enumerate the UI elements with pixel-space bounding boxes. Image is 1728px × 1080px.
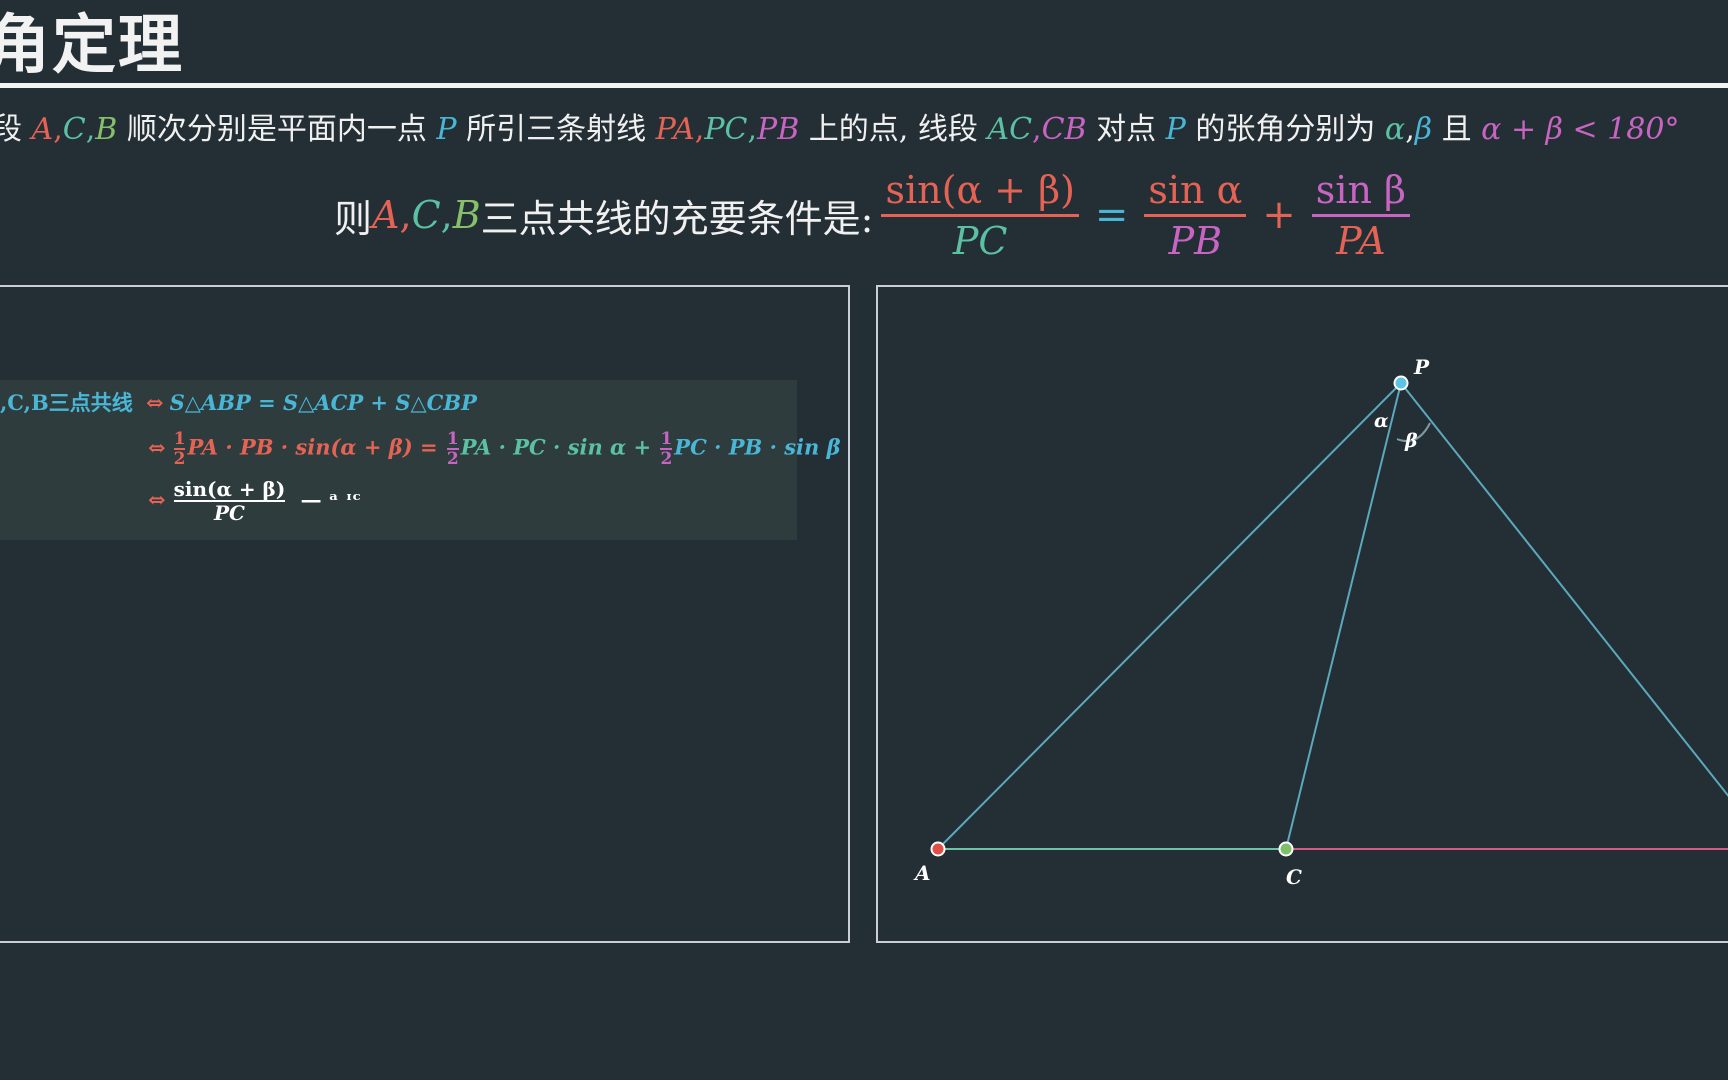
fraction-sin-alpha-over-pb: sin α PB — [1144, 166, 1247, 265]
label-c: C — [1286, 865, 1302, 889]
fraction-one-half: 12 — [446, 429, 459, 469]
proof-line-1: ,C,B三点共线 ⇔ S△ABP = S△ACP + S△CBP — [0, 388, 477, 418]
segment-pc — [1285, 382, 1402, 850]
point-c: C — [62, 112, 86, 147]
ray-pa: PA — [655, 112, 695, 147]
page-title: 角定理 — [0, 9, 184, 83]
label-a: A — [913, 861, 931, 885]
fraction-denominator: PA — [1336, 218, 1386, 263]
iff-symbol: ⇔ — [146, 390, 164, 415]
fraction-one-half: 12 — [173, 429, 186, 469]
comma: , — [694, 112, 705, 147]
conclusion-prefix: 则 — [334, 196, 373, 241]
label-beta: β — [1404, 430, 1418, 452]
proof-box: ,C,B三点共线 ⇔ S△ABP = S△ACP + S△CBP ⇔ 1 2 PA · … — [0, 380, 841, 540]
point-a: A — [31, 112, 54, 147]
comma: , — [747, 112, 758, 147]
equals-sign: = — [1094, 192, 1129, 238]
premise-text-3: 所引三条射线 — [456, 112, 656, 147]
area-acp-term: PA · PC · sin α + — [460, 434, 652, 460]
proof-line-3: ⇔ sin(α + β) PC — ᵃ ᶦᶜ — [148, 478, 361, 524]
ray-pb: PB — [757, 112, 800, 147]
fraction-one-half: 12 — [660, 429, 673, 469]
fraction-denominator: 2 — [173, 449, 186, 469]
premise-text-5: 对点 — [1086, 112, 1166, 147]
fraction-denominator: 2 — [660, 449, 673, 469]
fraction-denominator: PC — [952, 218, 1008, 263]
fraction-denominator: PB — [1168, 218, 1223, 263]
fraction-denominator: PC — [213, 501, 245, 525]
label-alpha: α — [1374, 410, 1389, 432]
comma: , — [85, 112, 96, 147]
comma: , — [1032, 112, 1042, 147]
point-c: C — [411, 193, 441, 237]
fraction-sin-sum-over-pc: sin(α + β) PC — [881, 166, 1079, 265]
fraction-sin-beta-over-pa: sin β PA — [1311, 166, 1410, 265]
comma: , — [1405, 112, 1415, 147]
label-p: P — [1413, 355, 1430, 379]
premise-text-1: 段 — [0, 112, 22, 147]
premise-text-7: 且 — [1432, 112, 1482, 147]
title-underline — [0, 83, 1728, 88]
partial-term: — ᵃ ᶦᶜ — [300, 486, 362, 512]
point-p-dot — [1393, 375, 1409, 391]
point-p: P — [436, 112, 457, 147]
area-abp-term: PA · PB · sin(α + β) = — [187, 434, 438, 460]
segment-cb: CB — [1041, 112, 1087, 147]
premise-text-6: 的张角分别为 — [1185, 112, 1385, 147]
point-p: P — [1165, 112, 1186, 147]
fraction-numerator: 1 — [446, 429, 459, 449]
area-equation: S△ABP = S△ACP + S△CBP — [169, 390, 477, 415]
point-c-dot — [1278, 841, 1294, 857]
premise-text-4: 上的点, 线段 — [799, 112, 988, 147]
angle-beta: β — [1414, 112, 1433, 147]
area-cbp-term: PC · PB · sin β — [674, 434, 841, 460]
angle-alpha: α — [1384, 112, 1406, 147]
fraction-sin-sum-over-pc: sin(α + β) PC — [173, 477, 286, 525]
premise-text-2: 顺次分别是平面内一点 — [117, 112, 437, 147]
segment-pb — [1400, 382, 1728, 798]
proof-line-2: ⇔ 1 2 PA · PB · sin(α + β) = 1 2 PA · PC · si… — [148, 430, 841, 468]
iff-symbol: ⇔ — [148, 486, 166, 512]
triangle-diagram: P A C α β — [913, 355, 1728, 889]
premise-statement: 段 A,C,B 顺次分别是平面内一点 P 所引三条射线 PA,PC,PB 上的点… — [0, 108, 1679, 152]
iff-symbol: ⇔ — [148, 434, 166, 460]
conclusion-text: 三点共线的充要条件是: — [480, 196, 874, 241]
comma: , — [440, 193, 453, 237]
point-a: A — [372, 193, 400, 237]
ray-pc: PC — [704, 112, 748, 147]
plus-sign: + — [1262, 192, 1296, 238]
diagram-panel: P A C α β — [876, 285, 1728, 943]
comma: , — [399, 193, 412, 237]
fraction-numerator: 1 — [173, 429, 186, 449]
fraction-numerator: sin β — [1315, 167, 1406, 212]
conclusion-statement: 则 A,C,B 三点共线的充要条件是: sin(α + β) PC = sin … — [334, 165, 1418, 265]
fraction-numerator: sin(α + β) — [173, 477, 286, 501]
proof-premise: ,C,B三点共线 — [0, 390, 133, 415]
segment-ac: AC — [987, 112, 1033, 147]
fraction-numerator: sin α — [1148, 167, 1243, 212]
fraction-denominator: 2 — [446, 449, 459, 469]
segment-pa — [937, 382, 1402, 850]
point-b: B — [95, 112, 118, 147]
angle-condition: α + β < 180° — [1481, 112, 1680, 147]
fraction-numerator: 1 — [660, 429, 673, 449]
point-a-dot — [930, 841, 946, 857]
point-b: B — [452, 193, 481, 237]
comma: , — [53, 112, 63, 147]
fraction-numerator: sin(α + β) — [885, 167, 1075, 212]
